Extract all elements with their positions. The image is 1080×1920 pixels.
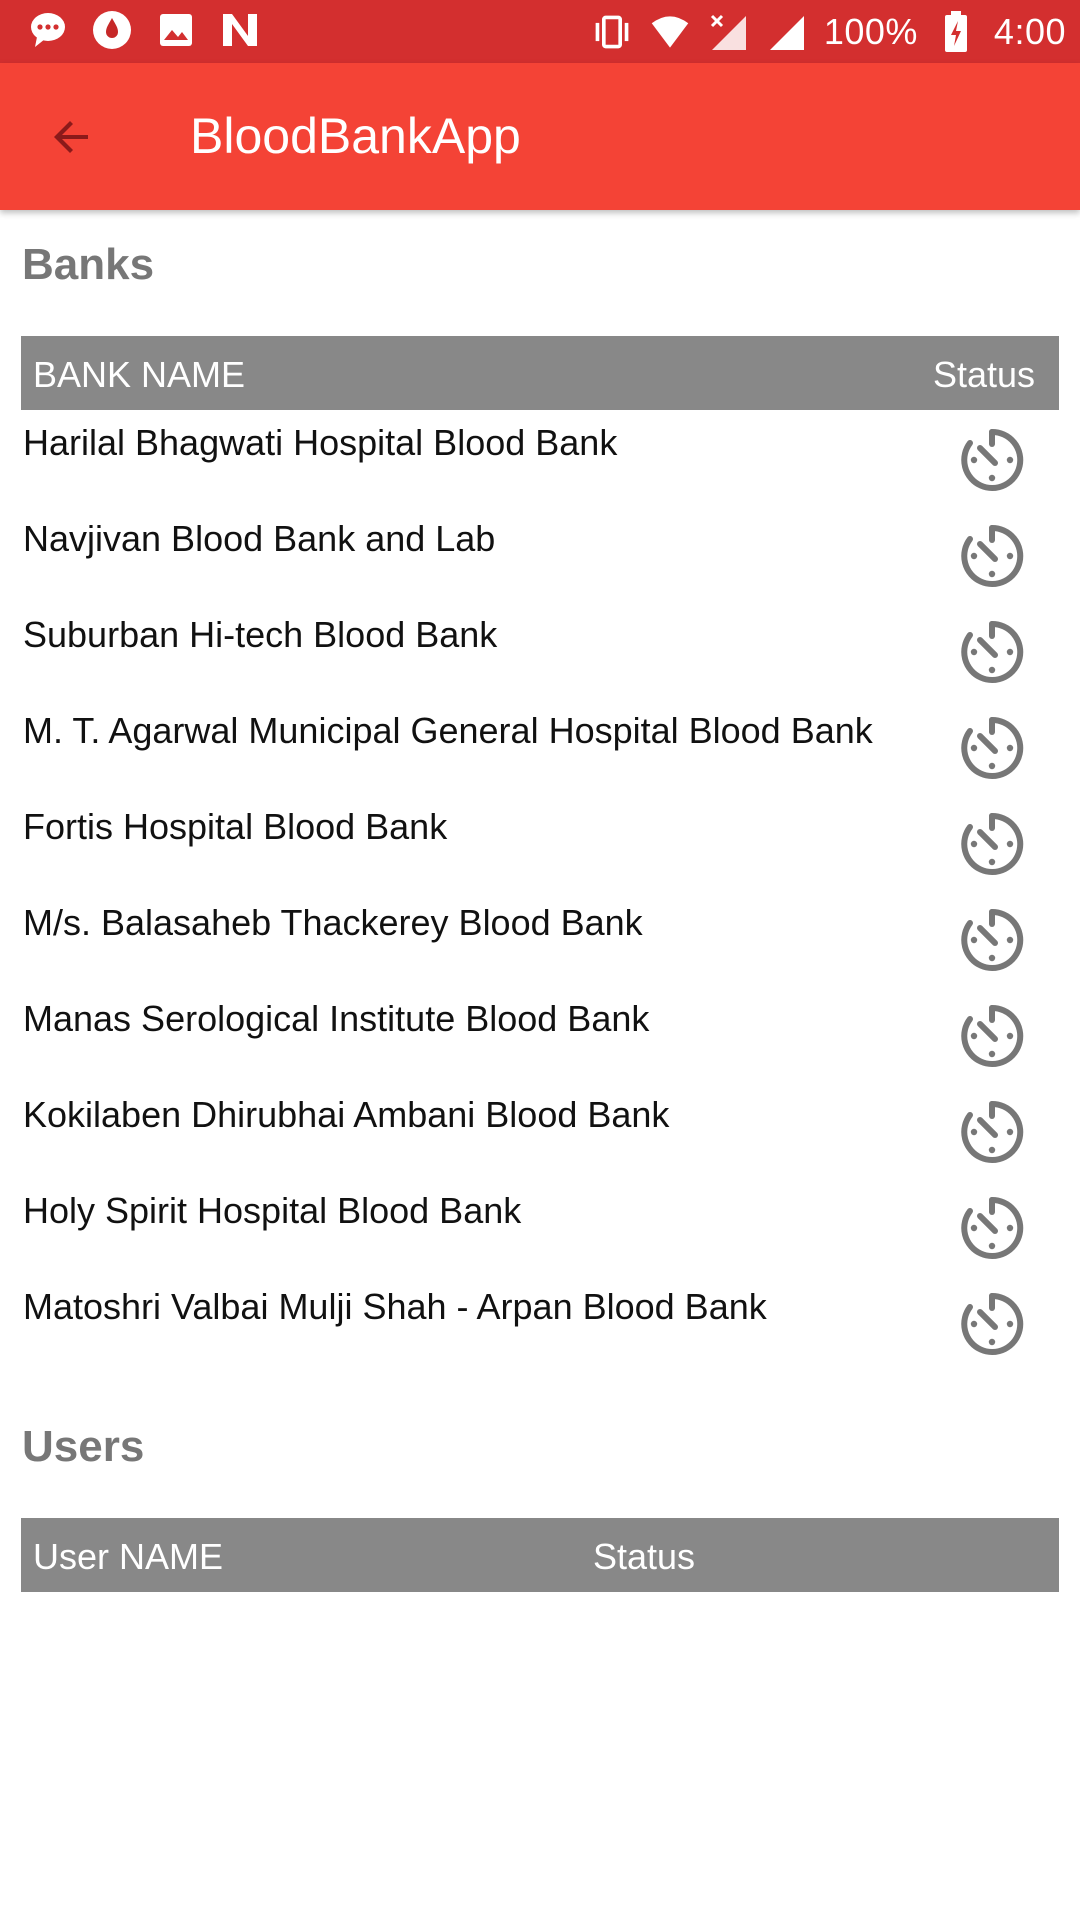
timer-icon[interactable] <box>958 714 1026 782</box>
app-title: BloodBankApp <box>190 108 521 164</box>
bank-name: Harilal Bhagwati Hospital Blood Bank <box>23 422 618 463</box>
n-icon <box>220 10 260 50</box>
app-icon <box>92 10 132 50</box>
timer-icon[interactable] <box>958 426 1026 494</box>
bank-row[interactable]: Manas Serological Institute Blood Bank <box>0 992 1080 1088</box>
bank-row[interactable]: Suburban Hi-tech Blood Bank <box>0 608 1080 704</box>
timer-icon[interactable] <box>958 522 1026 590</box>
battery-percent: 100% <box>823 10 918 52</box>
message-icon <box>28 10 68 50</box>
clock: 4:00 <box>993 10 1066 52</box>
timer-icon[interactable] <box>958 1290 1026 1358</box>
app-bar: BloodBankApp <box>0 63 1080 210</box>
user-name-column-header: User NAME <box>33 1536 224 1577</box>
bank-row[interactable]: M. T. Agarwal Municipal General Hospital… <box>0 704 1080 800</box>
banks-table-header: BANK NAME Status <box>21 336 1059 410</box>
bank-name: Fortis Hospital Blood Bank <box>23 806 448 847</box>
bank-row[interactable]: M/s. Balasaheb Thackerey Blood Bank <box>0 896 1080 992</box>
bank-name-column-header: BANK NAME <box>33 354 246 395</box>
bank-name: Holy Spirit Hospital Blood Bank <box>23 1190 522 1231</box>
bank-row[interactable]: Kokilaben Dhirubhai Ambani Blood Bank <box>0 1088 1080 1184</box>
timer-icon[interactable] <box>958 1194 1026 1262</box>
arrow-back-icon <box>54 121 88 153</box>
bank-row[interactable]: Fortis Hospital Blood Bank <box>0 800 1080 896</box>
bank-name: Manas Serological Institute Blood Bank <box>23 998 650 1039</box>
bank-name: M. T. Agarwal Municipal General Hospital… <box>23 710 873 751</box>
vibrate-icon <box>592 12 632 52</box>
banks-section-title: Banks <box>22 240 155 289</box>
image-icon <box>156 10 196 50</box>
bank-row[interactable]: Matoshri Valbai Mulji Shah - Arpan Blood… <box>0 1280 1080 1376</box>
no-sim-signal-icon <box>708 12 748 52</box>
bank-name: Kokilaben Dhirubhai Ambani Blood Bank <box>23 1094 670 1135</box>
bank-row[interactable]: Holy Spirit Hospital Blood Bank <box>0 1184 1080 1280</box>
status-bar: 100% 4:00 <box>0 0 1080 63</box>
users-table-header: User NAME Status <box>21 1518 1059 1592</box>
timer-icon[interactable] <box>958 618 1026 686</box>
back-button[interactable] <box>40 105 104 169</box>
timer-icon[interactable] <box>958 1098 1026 1166</box>
bank-row[interactable]: Navjivan Blood Bank and Lab <box>0 512 1080 608</box>
cell-signal-icon <box>766 12 806 52</box>
bank-name: Navjivan Blood Bank and Lab <box>23 518 496 559</box>
users-section-title: Users <box>22 1422 145 1471</box>
bank-status-column-header: Status <box>932 354 1035 395</box>
bank-name: Matoshri Valbai Mulji Shah - Arpan Blood… <box>23 1286 767 1327</box>
bank-name: M/s. Balasaheb Thackerey Blood Bank <box>23 902 643 943</box>
bank-name: Suburban Hi-tech Blood Bank <box>23 614 498 655</box>
timer-icon[interactable] <box>958 1002 1026 1070</box>
timer-icon[interactable] <box>958 906 1026 974</box>
bank-row[interactable]: Harilal Bhagwati Hospital Blood Bank <box>0 416 1080 512</box>
wifi-icon <box>650 12 690 52</box>
user-status-column-header: Status <box>593 1536 696 1577</box>
timer-icon[interactable] <box>958 810 1026 878</box>
battery-charging-icon <box>936 10 976 52</box>
